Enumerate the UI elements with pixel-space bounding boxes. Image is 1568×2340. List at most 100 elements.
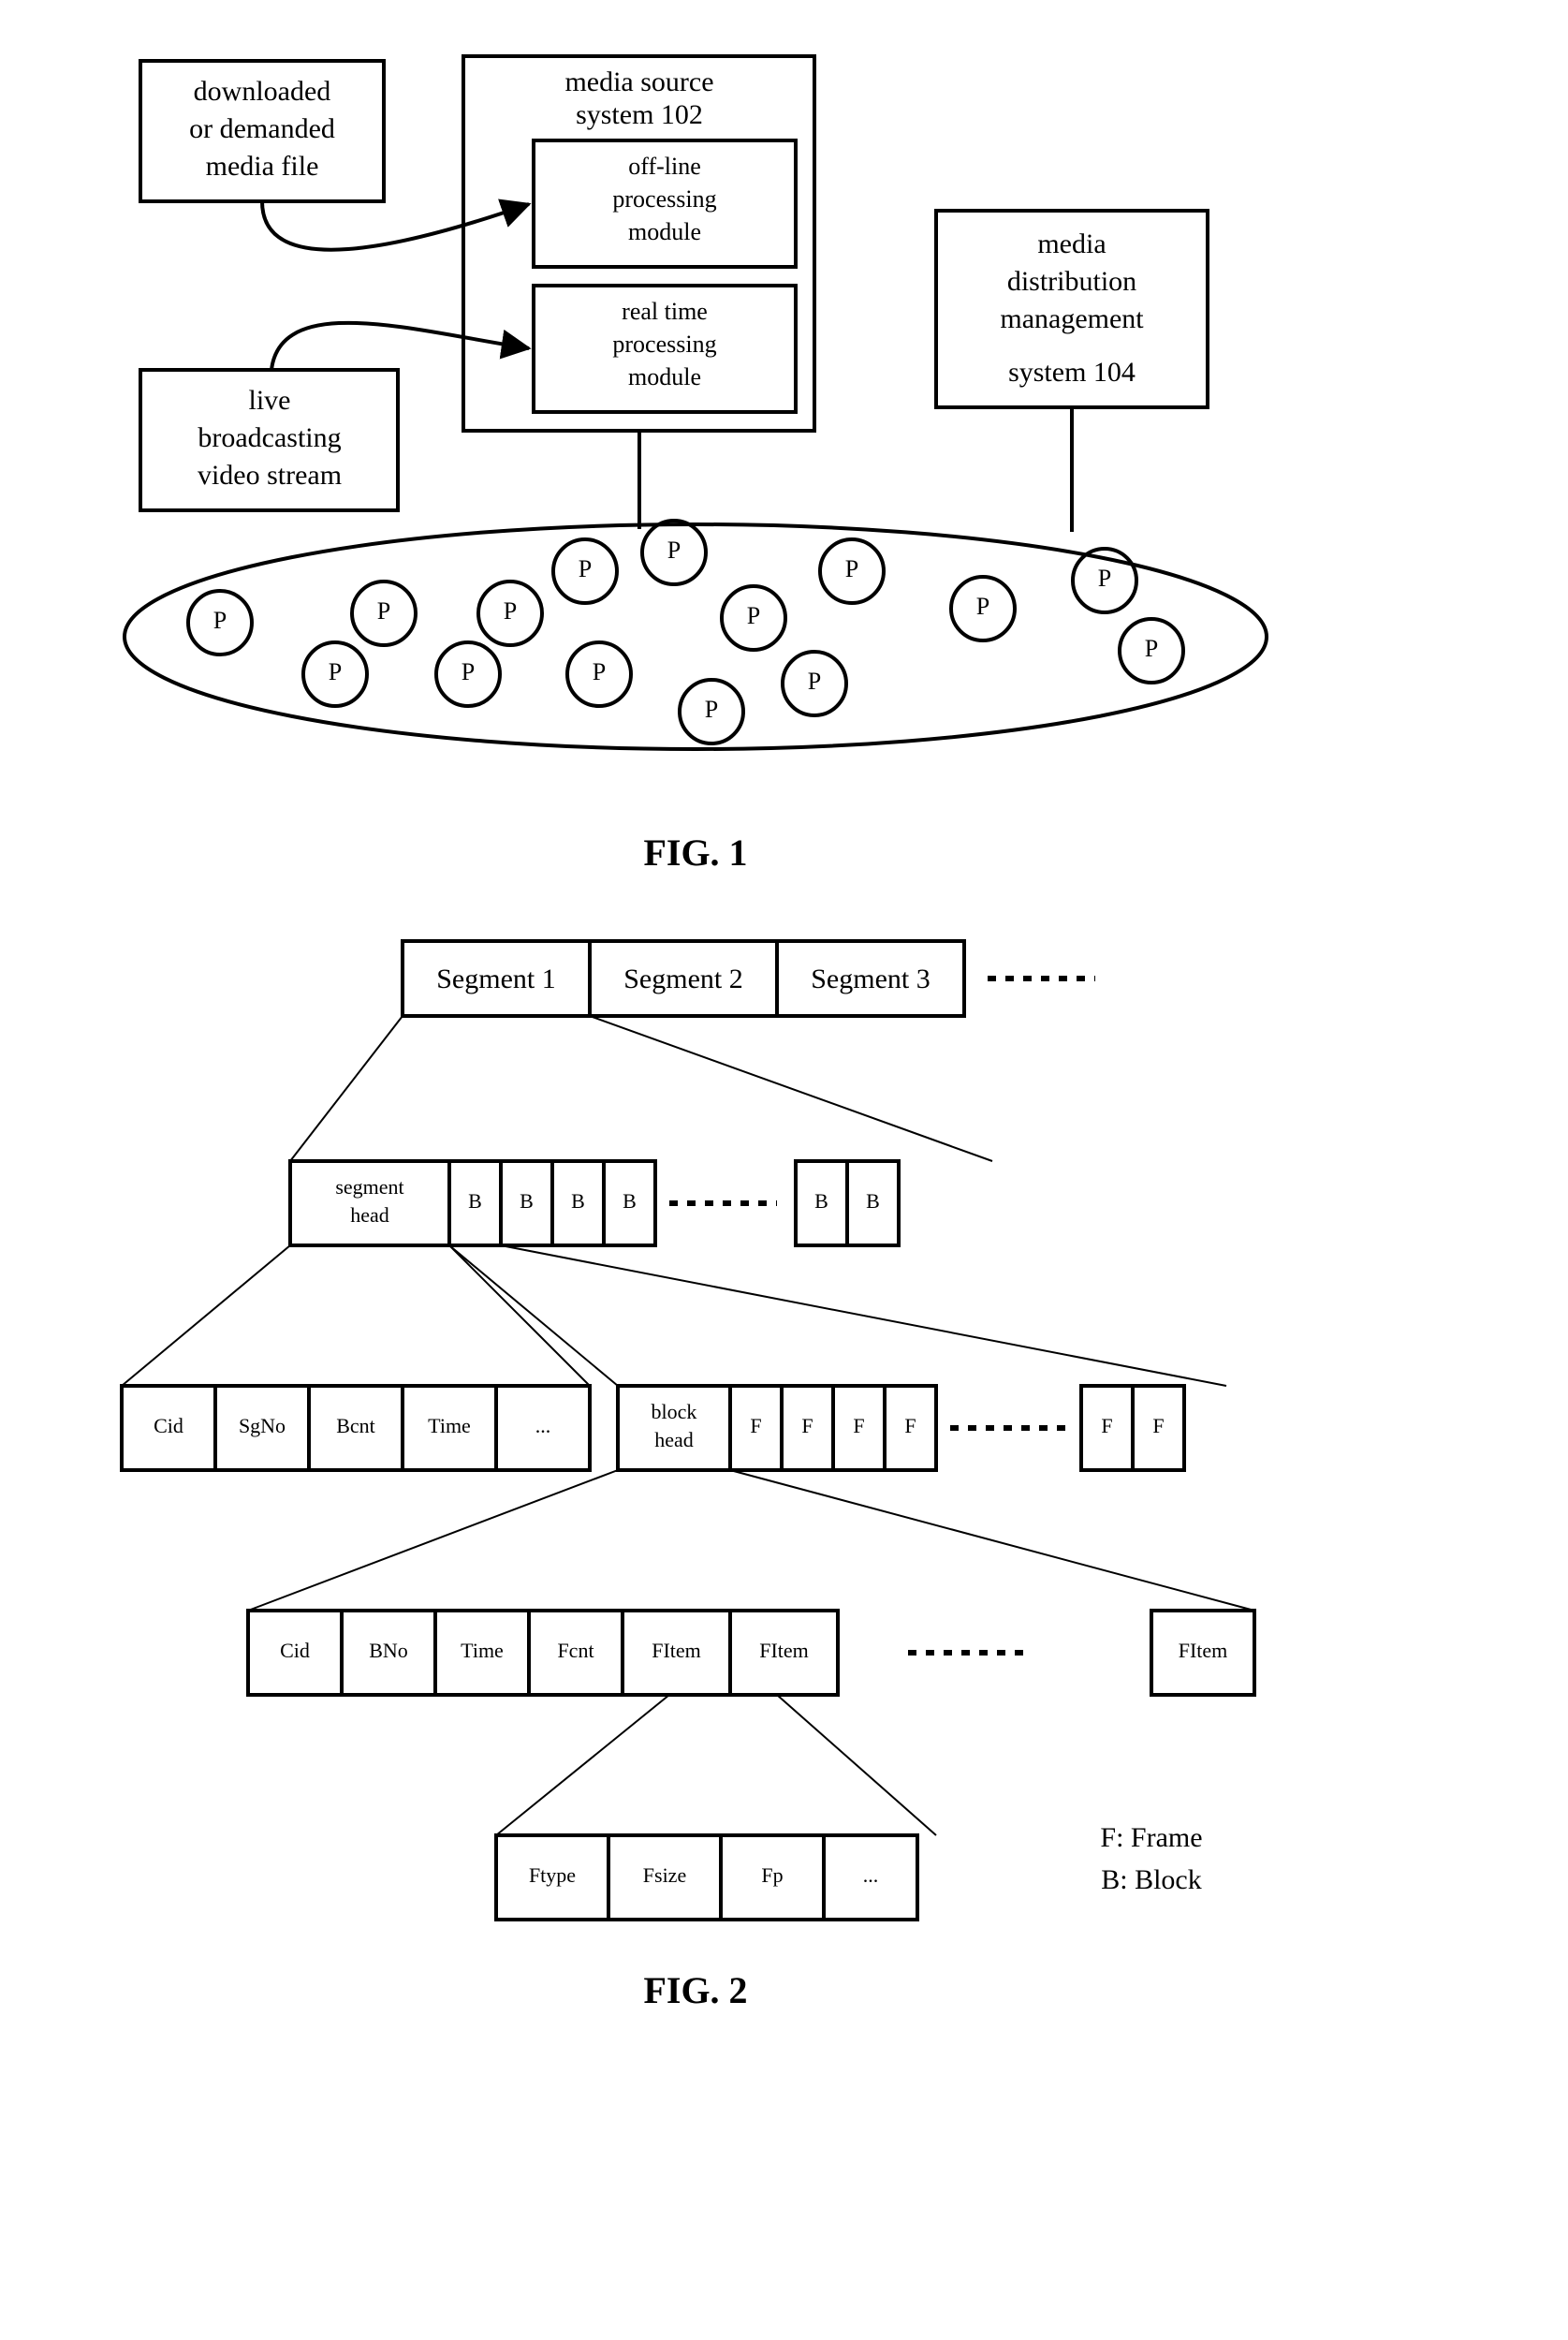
legend-block: B: Block [1101, 1864, 1202, 1895]
fan-fitem-right [777, 1695, 936, 1835]
blkhead-field-label: FItem [759, 1639, 809, 1662]
peer-label: P [705, 696, 718, 723]
peer-label: P [462, 658, 475, 685]
peer-label: P [808, 668, 821, 695]
seghead-field-label: Cid [154, 1414, 183, 1437]
peer-label: P [329, 658, 342, 685]
block-frame-label: F [801, 1414, 813, 1437]
figure-1-label: FIG. 1 [643, 832, 747, 874]
mdms-line4: system 104 [1008, 357, 1136, 388]
peer-label: P [667, 537, 681, 564]
segment-head-l1: segment [335, 1175, 403, 1199]
peer-label: P [504, 597, 517, 625]
segment-block-label: B [814, 1189, 828, 1213]
block-head-l2: head [654, 1428, 694, 1451]
blkhead-field-label: Cid [280, 1639, 310, 1662]
peer-label: P [377, 597, 390, 625]
arrow-downloaded-to-offline [262, 201, 529, 250]
block-head-l1: block [652, 1400, 697, 1423]
fan-blkhead-left [248, 1470, 618, 1611]
mdms-box: media distribution management system 104 [936, 211, 1208, 407]
offline-line2: processing [612, 185, 716, 213]
fan-seghead-right [449, 1245, 590, 1386]
peer-cloud [125, 524, 1267, 749]
fitem-field-label: Fp [761, 1863, 783, 1887]
segment-block-label: B [623, 1189, 637, 1213]
media-source-system-box: media source system 102 off-line process… [463, 56, 814, 431]
seghead-field-label: SgNo [239, 1414, 286, 1437]
segment-block-label: B [571, 1189, 585, 1213]
seghead-field-label: Bcnt [336, 1414, 375, 1437]
block-frame-label: F [853, 1414, 864, 1437]
peer-label: P [1145, 635, 1158, 662]
mdms-line1: media [1037, 228, 1106, 259]
downloaded-line3: media file [206, 151, 319, 182]
source-title-line2: system 102 [576, 99, 703, 130]
realtime-line3: module [628, 363, 701, 390]
fan-b-left [449, 1245, 618, 1386]
peer-label: P [845, 555, 858, 582]
segment-block-label: B [468, 1189, 482, 1213]
fitem-field-label: ... [863, 1863, 879, 1887]
fitem-fields: Ftype Fsize Fp... [496, 1835, 917, 1920]
block-head-fields: CidBNoTimeFcntFItemFItem [248, 1611, 838, 1695]
segment-1: Segment 1 [436, 964, 556, 994]
offline-line3: module [628, 218, 701, 245]
block-frame-label: F [904, 1414, 916, 1437]
downloaded-box: downloaded or demanded media file [140, 61, 384, 201]
fan-b-right [501, 1245, 1226, 1386]
block-layout-row: block head F F F F F F [618, 1386, 1184, 1470]
segment-block-label: B [866, 1189, 880, 1213]
seghead-field-label: ... [535, 1414, 551, 1437]
figure-2-label: FIG. 2 [643, 1969, 747, 2011]
segment-head-l2: head [350, 1203, 389, 1227]
arrow-live-to-realtime [271, 323, 529, 370]
segment-3: Segment 3 [811, 964, 931, 994]
block-frame-label: F [1101, 1414, 1112, 1437]
peer-nodes: P P P P P P P P P P P P P P P [188, 521, 1183, 743]
downloaded-line1: downloaded [194, 76, 331, 107]
segment-2: Segment 2 [623, 964, 743, 994]
peer-label: P [747, 602, 760, 629]
blkhead-field-label: BNo [369, 1639, 408, 1662]
realtime-line2: processing [612, 331, 716, 358]
live-box: live broadcasting video stream [140, 370, 398, 510]
realtime-module-box: real time processing module [534, 286, 796, 412]
fitem-field-label: Fsize [643, 1863, 686, 1887]
block-frame-label: F [1152, 1414, 1164, 1437]
blkhead-field-label: FItem [652, 1639, 701, 1662]
peer-label: P [593, 658, 606, 685]
peer-label: P [976, 593, 989, 620]
fan-fitem-left [496, 1695, 669, 1835]
live-line3: video stream [198, 460, 342, 491]
seghead-field-label: Time [428, 1414, 471, 1437]
peer-label: P [579, 555, 592, 582]
mdms-line3: management [1000, 303, 1144, 334]
fan-blkhead-right [730, 1470, 1254, 1611]
fitem-field-label: Ftype [529, 1863, 576, 1887]
blkhead-field-label: Time [461, 1639, 504, 1662]
source-title-line1: media source [564, 66, 713, 97]
peer-label: P [1098, 565, 1111, 592]
live-line2: broadcasting [198, 422, 341, 453]
peer-label: P [213, 607, 227, 634]
segment-layout-row: segment head B B B B B B [290, 1161, 899, 1245]
fitem-last: FItem [1179, 1639, 1228, 1662]
legend: F: Frame B: Block [1100, 1822, 1202, 1895]
offline-line1: off-line [628, 153, 701, 180]
segments-row: Segment 1 Segment 2 Segment 3 [403, 941, 1095, 1016]
block-head-fitem-last: FItem [1151, 1611, 1254, 1695]
live-line1: live [249, 385, 291, 416]
fan-seg-right [590, 1016, 992, 1161]
mdms-line2: distribution [1007, 266, 1136, 297]
realtime-line1: real time [622, 298, 708, 325]
figure-2: Segment 1 Segment 2 Segment 3 segment he… [122, 941, 1254, 1920]
fan-seg-left [290, 1016, 403, 1161]
segment-head-fields: Cid SgNo Bcnt Time... [122, 1386, 590, 1470]
segment-block-label: B [520, 1189, 534, 1213]
block-frame-label: F [750, 1414, 761, 1437]
figure-1: downloaded or demanded media file media … [125, 56, 1267, 749]
downloaded-line2: or demanded [189, 113, 335, 144]
legend-frame: F: Frame [1100, 1822, 1202, 1853]
offline-module-box: off-line processing module [534, 140, 796, 267]
